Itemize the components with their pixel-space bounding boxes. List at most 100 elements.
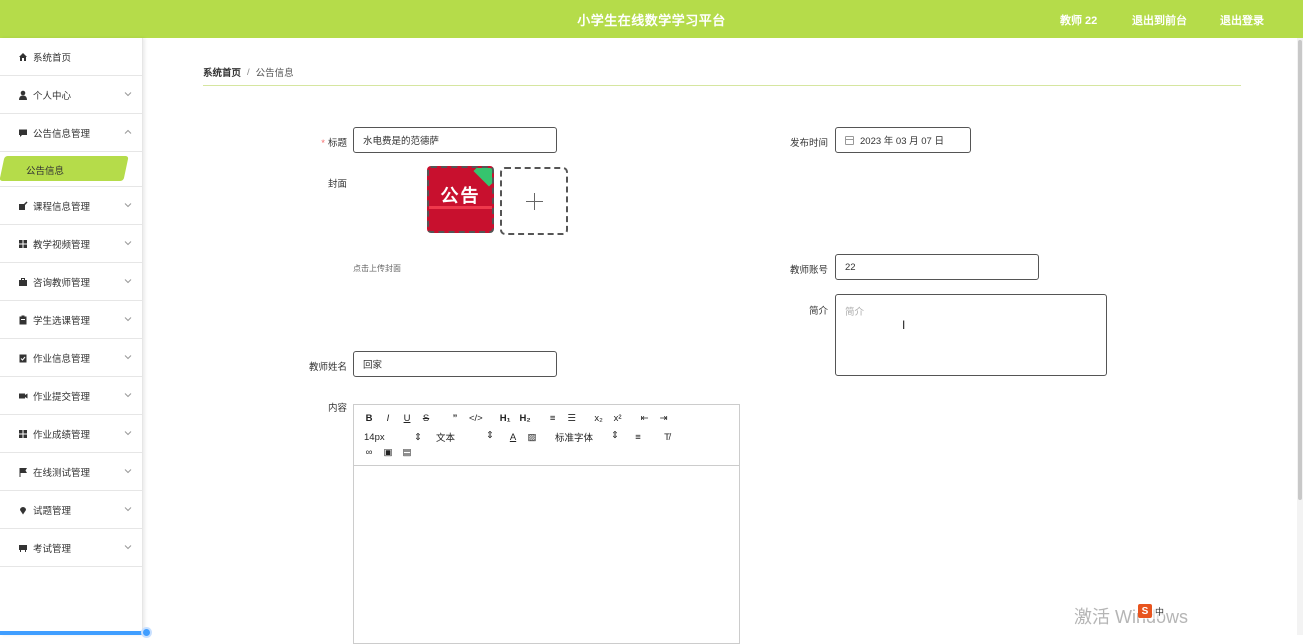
- align-icon[interactable]: ≡: [633, 432, 643, 443]
- sidebar-item-notice-management[interactable]: 公告信息管理: [0, 114, 142, 152]
- clear-format-icon[interactable]: T̸: [662, 432, 672, 443]
- teacher-account-input[interactable]: 22: [835, 254, 1039, 280]
- content-label: 内容: [327, 403, 347, 414]
- flag-icon: [17, 466, 28, 477]
- grid-icon: [17, 238, 28, 249]
- chevron-down-icon: [124, 545, 132, 550]
- sidebar-item-course-selection[interactable]: 学生选课管理: [0, 301, 142, 339]
- cover-upload-button[interactable]: [500, 167, 568, 235]
- font-family-select[interactable]: 标准字体 ⇕: [555, 430, 619, 444]
- breadcrumb-divider: [203, 85, 1241, 86]
- font-color-icon[interactable]: A: [508, 432, 518, 443]
- text-type-select[interactable]: 文本 ⇕: [436, 430, 494, 444]
- heading2-button[interactable]: H₂: [520, 413, 531, 424]
- bold-button[interactable]: B: [364, 413, 374, 424]
- grid-icon: [17, 428, 28, 439]
- title-label: * 标题: [321, 138, 347, 149]
- clipboard-icon: [17, 314, 28, 325]
- plus-icon-vertical: [534, 193, 535, 210]
- breadcrumb-current: 公告信息: [255, 68, 294, 79]
- heading1-button[interactable]: H₁: [500, 413, 511, 424]
- sidebar-item-online-test[interactable]: 在线测试管理: [0, 453, 142, 491]
- sidebar-item-label: 作业提交管理: [33, 391, 91, 403]
- sidebar-item-personal-center[interactable]: 个人中心: [0, 76, 142, 114]
- sidebar-item-label: 咨询教师管理: [33, 277, 91, 289]
- sidebar-item-home[interactable]: 系统首页: [0, 38, 142, 76]
- briefcase-icon: [17, 276, 28, 287]
- sidebar-item-label: 作业信息管理: [33, 353, 91, 365]
- chat-icon: [17, 127, 28, 138]
- chevron-down-icon: [124, 241, 132, 246]
- active-highlight: [0, 156, 129, 181]
- scrollbar-thumb[interactable]: [1298, 40, 1302, 500]
- sidebar-item-label: 个人中心: [33, 90, 72, 102]
- sidebar-item-question-management[interactable]: 试题管理: [0, 491, 142, 529]
- back-to-frontend-link[interactable]: 退出到前台: [1132, 12, 1187, 28]
- indent-icon[interactable]: ⇥: [659, 413, 669, 424]
- title-input[interactable]: 水电费是的范德萨: [353, 127, 557, 153]
- chevron-down-icon: [124, 355, 132, 360]
- sidebar-item-label: 学生选课管理: [33, 315, 91, 327]
- sogou-ime-icon[interactable]: S: [1138, 604, 1152, 618]
- subscript-button[interactable]: x₂: [594, 413, 604, 424]
- background-color-icon[interactable]: ▨: [527, 432, 537, 443]
- sidebar-item-exam-management[interactable]: 考试管理: [0, 529, 142, 567]
- sidebar-item-label: 考试管理: [33, 543, 72, 555]
- sidebar: 系统首页 个人中心 公告信息管理 公告信息 课程信息管理 教学视频管理 咨询教师…: [0, 38, 152, 638]
- teacher-name-input[interactable]: 回家: [353, 351, 557, 377]
- breadcrumb-home[interactable]: 系统首页: [203, 65, 241, 79]
- blockquote-button[interactable]: ”: [450, 413, 460, 424]
- code-block-button[interactable]: </>: [469, 413, 483, 424]
- logout-link[interactable]: 退出登录: [1220, 12, 1264, 28]
- strike-button[interactable]: S: [421, 413, 431, 424]
- app-title: 小学生在线数学学习平台: [577, 13, 726, 28]
- ime-language-indicator[interactable]: 中: [1155, 605, 1164, 618]
- select-arrows-icon: ⇕: [414, 431, 422, 443]
- scroll-knob[interactable]: [141, 627, 152, 638]
- rich-text-editor[interactable]: B I U S ” </> H₁ H₂ ≡ ☰ x₂ x² ⇤ ⇥ 14px ⇕ …: [353, 404, 740, 644]
- outdent-icon[interactable]: ⇤: [640, 413, 650, 424]
- sidebar-scroll-indicator[interactable]: [0, 627, 152, 638]
- superscript-button[interactable]: x²: [613, 413, 623, 424]
- calendar-icon: [845, 135, 854, 145]
- cover-image-band: [429, 206, 492, 209]
- sidebar-item-homework-info[interactable]: 作业信息管理: [0, 339, 142, 377]
- editor-toolbar: B I U S ” </> H₁ H₂ ≡ ☰ x₂ x² ⇤ ⇥ 14px ⇕ …: [354, 405, 739, 466]
- cover-image-text: 公告: [440, 186, 481, 206]
- select-arrows-icon: ⇕: [486, 430, 494, 441]
- sidebar-item-homework-score[interactable]: 作业成绩管理: [0, 415, 142, 453]
- image-icon[interactable]: ▣: [383, 447, 393, 458]
- font-size-select[interactable]: 14px ⇕: [364, 432, 422, 443]
- bullet-list-icon[interactable]: ☰: [567, 413, 577, 424]
- text-cursor-icon: I: [902, 318, 906, 332]
- desk-icon: [17, 542, 28, 553]
- edit-icon: [17, 200, 28, 211]
- ordered-list-icon[interactable]: ≡: [548, 413, 558, 424]
- chevron-down-icon: [124, 431, 132, 436]
- cover-image[interactable]: 公告: [427, 166, 494, 233]
- chevron-down-icon: [124, 317, 132, 322]
- intro-textarea[interactable]: 简介: [835, 294, 1107, 376]
- breadcrumb-separator: /: [247, 66, 250, 78]
- sidebar-subitem-notice[interactable]: 公告信息: [0, 152, 142, 187]
- sidebar-item-video-management[interactable]: 教学视频管理: [0, 225, 142, 263]
- sidebar-item-label: 教学视频管理: [33, 239, 91, 251]
- italic-button[interactable]: I: [383, 413, 393, 424]
- sidebar-item-label: 课程信息管理: [33, 201, 91, 213]
- video-icon: [17, 390, 28, 401]
- top-bar: 小学生在线数学学习平台 教师 22 退出到前台 退出登录: [0, 0, 1303, 38]
- sidebar-subitem-label: 公告信息: [26, 166, 65, 177]
- link-icon[interactable]: ∞: [364, 447, 374, 458]
- sidebar-item-course-management[interactable]: 课程信息管理: [0, 187, 142, 225]
- ime-toolbar[interactable]: S 中: [1138, 603, 1165, 619]
- page-scrollbar[interactable]: [1297, 38, 1303, 635]
- chevron-up-icon: [124, 129, 132, 134]
- sidebar-item-homework-submit[interactable]: 作业提交管理: [0, 377, 142, 415]
- teacher-account-label: 教师账号: [789, 265, 828, 276]
- video-icon[interactable]: ▤: [402, 447, 412, 458]
- underline-button[interactable]: U: [402, 413, 412, 424]
- home-icon: [17, 51, 28, 62]
- publish-time-picker[interactable]: 2023 年 03 月 07 日: [835, 127, 971, 153]
- sidebar-item-consult-teacher[interactable]: 咨询教师管理: [0, 263, 142, 301]
- intro-label: 简介: [808, 306, 828, 317]
